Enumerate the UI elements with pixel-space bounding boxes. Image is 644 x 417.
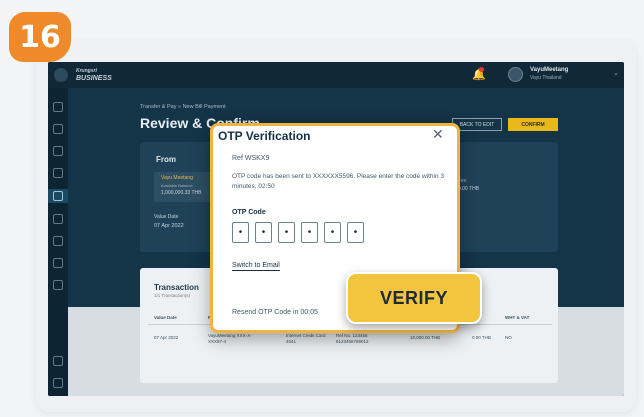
card-icon[interactable] (53, 146, 63, 156)
accounts-icon[interactable] (53, 124, 63, 134)
account-name: Vayu Meetang (161, 175, 193, 181)
otp-digit-input[interactable]: • (347, 222, 364, 243)
table-cell: Internet Credit Card 4041 (286, 333, 326, 344)
modal-title: OTP Verification (218, 129, 311, 143)
users-icon[interactable] (53, 258, 63, 268)
account-sub: Available Balance (161, 183, 193, 188)
otp-digit-input[interactable]: • (232, 222, 249, 243)
breadcrumb: Transfer & Pay » New Bill Payment (140, 104, 226, 110)
settings-icon[interactable] (53, 356, 63, 366)
top-bar: Krungsri BUSINESS 🔔 VayuMeetang Vayu Tha… (48, 62, 624, 88)
otp-message: OTP code has been sent to XXXXXX5596. Pl… (232, 173, 444, 190)
transfer-pay-icon[interactable] (53, 191, 63, 201)
history-icon[interactable] (53, 280, 63, 290)
tutorial-stage: 16 Krungsri BUSINESS 🔔 VayuMeetang Vayu … (0, 0, 644, 417)
help-icon[interactable] (53, 378, 63, 388)
krungsri-logo-icon (54, 68, 68, 82)
table-cell: NO (505, 335, 512, 340)
notification-dot (479, 67, 484, 72)
table-header: Value Date (154, 315, 177, 320)
table-cell: 0.00 THB (472, 335, 491, 340)
bill-icon[interactable] (53, 214, 63, 224)
confirm-button[interactable]: CONFIRM (508, 118, 558, 131)
avatar[interactable] (508, 67, 523, 82)
transaction-subtitle: 1/1 Transaction(s) (154, 293, 191, 298)
table-cell: VayuMeetang XXX-X-XXX97-4 (208, 333, 252, 344)
otp-ref: Ref WSKX9 (232, 155, 270, 162)
home-icon[interactable] (53, 102, 63, 112)
switch-to-email-link[interactable]: Switch to Email (232, 262, 280, 271)
otp-code-label: OTP Code (232, 209, 266, 216)
otp-digit-input[interactable]: • (301, 222, 318, 243)
chevron-down-icon[interactable]: ⌄ (613, 69, 619, 77)
user-company: Vayu Thailand (530, 75, 562, 81)
table-cell: 10,000.00 THB (410, 335, 441, 340)
account-balance: 1,000,000.33 THB (161, 190, 202, 196)
step-badge: 16 (9, 12, 71, 62)
value-date: 07 Apr 2022 (154, 223, 184, 229)
table-cell: Ref No. 123456 8123456789012 (336, 333, 369, 344)
value-date-label: Value Date (154, 214, 179, 220)
otp-digit-input[interactable]: • (324, 222, 341, 243)
otp-digit-input[interactable]: • (255, 222, 272, 243)
sidebar (48, 88, 68, 396)
user-name[interactable]: VayuMeetang (530, 67, 568, 73)
verify-button[interactable]: VERIFY (346, 272, 482, 324)
from-title: From (156, 155, 176, 164)
report-icon[interactable] (53, 236, 63, 246)
brand-top: Krungsri (76, 68, 97, 74)
brand-text: BUSINESS (76, 75, 112, 82)
brand-logo: Krungsri BUSINESS (76, 68, 112, 82)
otp-digit-input[interactable]: • (278, 222, 295, 243)
table-header: WHT & VAT (505, 315, 530, 320)
close-icon[interactable]: ✕ (432, 126, 444, 143)
fee-value: 0.00 THB (458, 186, 480, 192)
resend-otp-text: Resend OTP Code in 00:05 (232, 309, 318, 316)
approve-icon[interactable] (53, 168, 63, 178)
transaction-title: Transaction (154, 283, 199, 292)
table-cell: 07 Apr 2022 (154, 335, 179, 340)
